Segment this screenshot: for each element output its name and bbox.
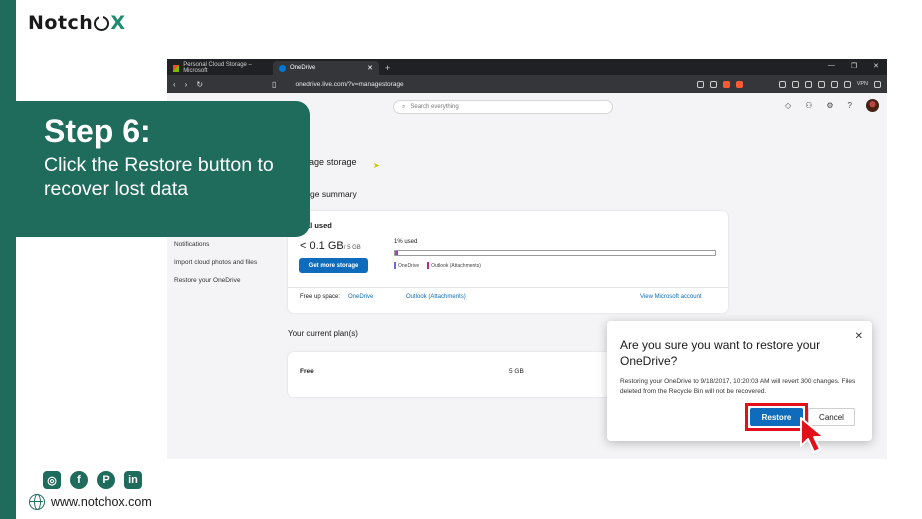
sidebar-item-import[interactable]: Import cloud photos and files	[174, 254, 257, 272]
maximize-icon[interactable]: ❐	[851, 62, 857, 70]
mouse-cursor-icon: ➤	[373, 161, 380, 170]
tab-personal-cloud-storage[interactable]: Personal Cloud Storage – Microsoft	[167, 61, 273, 75]
brave-shield-icon[interactable]	[722, 80, 730, 88]
extension-icon[interactable]	[791, 80, 799, 88]
plan-row: Free 5 GB	[288, 352, 618, 397]
step-callout: Step 6: Click the Restore button to reco…	[0, 101, 310, 237]
help-icon[interactable]: ?	[848, 101, 852, 110]
avatar[interactable]	[866, 99, 879, 112]
reload-icon[interactable]: ↻	[196, 80, 203, 89]
website-link[interactable]: www.notchox.com	[29, 494, 152, 510]
legend-item-outlook: Outlook (Attachments)	[427, 262, 481, 269]
step-description: Click the Restore button to recover lost…	[44, 154, 274, 200]
tab-label: Personal Cloud Storage – Microsoft	[183, 62, 252, 74]
tutorial-slide: Notch X Step 6: Click the Restore button …	[0, 0, 922, 519]
linkedin-icon[interactable]: in	[124, 471, 142, 489]
restore-confirm-dialog: Are you sure you want to restore your On…	[607, 321, 872, 453]
vpn-button[interactable]: VPN	[857, 81, 868, 87]
sidebar-item-notifications[interactable]: Notifications	[174, 236, 257, 254]
legend-label: Outlook (Attachments)	[431, 262, 481, 269]
usage-legend: OneDrive Outlook (Attachments)	[394, 262, 481, 269]
logo-power-icon	[94, 13, 110, 31]
notchox-logo: Notch X	[28, 12, 125, 34]
logo-text-pre: Notch	[28, 12, 94, 34]
free-up-label: Free up space:	[300, 294, 341, 300]
step-title: Step 6:	[44, 113, 151, 149]
search-icon: ⌕	[402, 103, 406, 110]
used-value: < 0.1 GB	[300, 240, 344, 252]
storage-usage-fill	[395, 251, 399, 255]
extension-icon[interactable]	[778, 80, 786, 88]
extension-icon[interactable]	[830, 80, 838, 88]
tab-label: OneDrive	[290, 65, 316, 71]
plan-name: Free	[300, 368, 314, 375]
window-close-icon[interactable]: ✕	[873, 62, 879, 70]
menu-icon[interactable]	[874, 80, 881, 88]
facebook-icon[interactable]: f	[70, 471, 88, 489]
logo-text-post: X	[110, 12, 126, 34]
website-url: www.notchox.com	[51, 495, 152, 509]
free-up-outlook-link[interactable]: Outlook (Attachments)	[406, 294, 466, 300]
pinterest-icon[interactable]: P	[97, 471, 115, 489]
plan-size: 5 GB	[509, 368, 524, 375]
settings-gear-icon[interactable]: ⚙	[826, 101, 833, 110]
address-bar: ‹ › ↻ ▯ onedrive.live.com/?v=managestora…	[167, 75, 887, 93]
premium-diamond-icon[interactable]: ◇	[785, 101, 791, 110]
legend-swatch	[394, 262, 396, 269]
extension-icon[interactable]	[817, 80, 825, 88]
used-amount: < 0.1 GB/ 5 GB	[300, 240, 361, 252]
search-placeholder: Search everything	[410, 104, 459, 110]
view-microsoft-account-link[interactable]: View Microsoft account	[640, 294, 702, 300]
browser-tab-bar: Personal Cloud Storage – Microsoft OneDr…	[167, 59, 887, 75]
extension-icon[interactable]	[804, 80, 812, 88]
dialog-title: Are you sure you want to restore your On…	[620, 338, 821, 368]
header-icons: ◇ ⚇ ⚙ ?	[785, 99, 879, 112]
url-field[interactable]: onedrive.live.com/?v=managestorage	[295, 81, 687, 88]
cast-icon[interactable]	[696, 80, 704, 88]
tab-close-icon[interactable]: ✕	[367, 64, 373, 72]
settings-sidebar: Notifications Import cloud photos and fi…	[174, 236, 257, 290]
free-up-onedrive-link[interactable]: OneDrive	[348, 294, 373, 300]
globe-icon	[29, 494, 45, 510]
extension-icon[interactable]	[843, 80, 851, 88]
forward-icon[interactable]: ›	[185, 80, 188, 89]
rewards-icon[interactable]	[735, 80, 743, 88]
share-people-icon[interactable]: ⚇	[805, 101, 812, 110]
card-divider	[288, 287, 728, 288]
share-icon[interactable]	[709, 80, 717, 88]
back-icon[interactable]: ‹	[173, 80, 176, 89]
legend-label: OneDrive	[398, 262, 420, 269]
search-input[interactable]: ⌕ Search everything	[393, 100, 613, 114]
extension-icons: VPN	[696, 80, 881, 88]
percent-used-label: 1% used	[394, 239, 418, 245]
section-title-summary: ge summary	[310, 189, 357, 199]
storage-summary-card: al used < 0.1 GB/ 5 GB Get more storage …	[288, 211, 728, 313]
instagram-icon[interactable]: ◎	[43, 471, 61, 489]
legend-swatch	[427, 262, 430, 269]
get-more-storage-button[interactable]: Get more storage	[299, 258, 368, 273]
microsoft-icon	[173, 64, 180, 72]
tab-onedrive[interactable]: OneDrive ✕	[273, 61, 379, 75]
left-accent-strip	[0, 0, 16, 519]
onedrive-icon	[279, 64, 286, 72]
pointer-arrow-icon	[800, 417, 825, 453]
sidebar-item-restore[interactable]: Restore your OneDrive	[174, 272, 257, 290]
social-links: ◎ f P in	[43, 471, 142, 489]
minimize-icon[interactable]: —	[828, 62, 835, 70]
new-tab-button[interactable]: +	[379, 61, 396, 75]
close-icon[interactable]: ✕	[855, 331, 863, 342]
legend-item-onedrive: OneDrive	[394, 262, 419, 269]
current-plans-title: Your current plan(s)	[288, 329, 358, 338]
bookmark-icon[interactable]: ▯	[272, 80, 276, 89]
page-title: age storage	[309, 157, 357, 167]
window-controls: — ❐ ✕	[828, 62, 879, 70]
used-quota: / 5 GB	[343, 245, 361, 251]
dialog-body: Restoring your OneDrive to 9/18/2017, 10…	[620, 378, 856, 395]
storage-usage-bar	[394, 250, 716, 256]
